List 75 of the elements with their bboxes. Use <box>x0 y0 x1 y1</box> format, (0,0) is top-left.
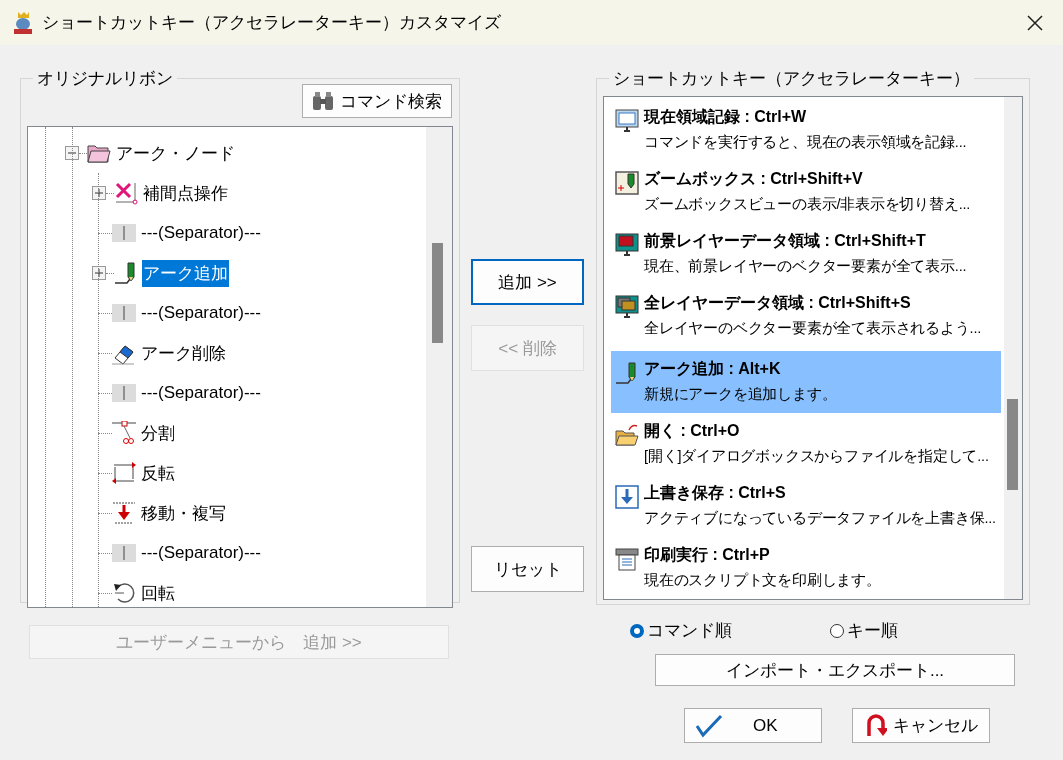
shortcut-title: 開く : Ctrl+O <box>644 421 741 441</box>
shortcut-description: 新規にアークを追加します。 <box>644 385 837 404</box>
monitor-icon <box>615 109 639 133</box>
tree-item[interactable]: ---(Separator)--- <box>140 221 262 245</box>
scrollbar[interactable] <box>1004 97 1022 599</box>
shortcut-title: 上書き保存 : Ctrl+S <box>644 483 787 503</box>
cancel-button[interactable]: キャンセル <box>852 708 990 743</box>
shortcut-title: アーク追加 : Alt+K <box>644 359 782 379</box>
separator-icon <box>112 541 136 565</box>
tree-item[interactable]: 分割 <box>140 419 176 447</box>
shortcut-description: アクティブになっているデータファイルを上書き保... <box>644 509 996 528</box>
import-export-button[interactable]: インポート・エクスポート... <box>655 654 1015 686</box>
tree-item[interactable]: 回転 <box>140 579 176 607</box>
cross-mark-icon <box>114 181 138 205</box>
ok-button[interactable]: OK <box>684 708 822 743</box>
shortcut-item[interactable]: 全レイヤーデータ領域 : Ctrl+Shift+S 全レイヤーのベクター要素が全て表示されるよう... <box>611 289 1001 343</box>
window-title: ショートカットキー（アクセラレーターキー）カスタマイズ <box>42 12 502 34</box>
tree-item[interactable]: ---(Separator)--- <box>140 381 262 405</box>
shortcut-title: 現在領域記録 : Ctrl+W <box>644 107 808 127</box>
app-icon <box>12 10 34 35</box>
radio-button[interactable] <box>830 623 844 638</box>
shortcut-description: 現在のスクリプト文を印刷します。 <box>644 571 881 590</box>
shortcut-description: コマンドを実行すると、現在の表示領域を記録... <box>644 133 967 152</box>
action-button[interactable]: リセット <box>471 546 584 592</box>
binoculars-icon <box>312 90 334 112</box>
close-icon[interactable] <box>1025 12 1045 33</box>
pencil-icon <box>114 261 138 285</box>
shortcut-title: 全レイヤーデータ領域 : Ctrl+Shift+S <box>644 293 912 313</box>
scissors-icon <box>112 421 136 445</box>
separator-icon <box>112 381 136 405</box>
tree-item[interactable]: ---(Separator)--- <box>140 541 262 565</box>
separator-icon <box>112 301 136 325</box>
radio-button[interactable] <box>630 623 644 638</box>
scrollbar[interactable] <box>426 127 452 607</box>
u-turn-arrow-icon <box>864 713 887 738</box>
checkmark-icon <box>695 713 723 738</box>
shortcut-title: 印刷実行 : Ctrl+P <box>644 545 771 565</box>
tree-item[interactable]: アーク・ノード <box>115 139 236 167</box>
action-button[interactable]: 追加 >> <box>471 259 584 305</box>
shortcut-item[interactable]: 前景レイヤーデータ領域 : Ctrl+Shift+T 現在、前景レイヤーのベクター要素が全て表示... <box>611 227 1001 281</box>
printer-icon <box>615 547 639 571</box>
tree-item[interactable]: 移動・複写 <box>140 499 227 527</box>
tree-item[interactable]: アーク追加 <box>142 259 229 287</box>
shortcut-description: 全レイヤーのベクター要素が全て表示されるよう... <box>644 319 982 338</box>
tree-item[interactable]: 反転 <box>140 459 176 487</box>
separator-icon <box>112 221 136 245</box>
sort-radio[interactable]: キー順 <box>830 619 1030 642</box>
shortcut-item[interactable]: 印刷実行 : Ctrl+P 現在のスクリプト文を印刷します。 <box>611 541 1001 595</box>
tree-item[interactable]: ---(Separator)--- <box>140 301 262 325</box>
pencil-icon <box>615 361 639 385</box>
group-label: ショートカットキー（アクセラレーターキー） <box>612 68 971 90</box>
flip-arrows-icon <box>112 461 136 485</box>
group-label: オリジナルリボン <box>36 68 174 90</box>
rotate-icon <box>112 581 136 605</box>
shortcut-item[interactable]: 現在領域記録 : Ctrl+W コマンドを実行すると、現在の表示領域を記録... <box>611 103 1001 157</box>
zoom-box-icon <box>615 171 639 195</box>
shortcut-title: ズームボックス : Ctrl+Shift+V <box>644 169 864 189</box>
shortcut-item[interactable]: 上書き保存 : Ctrl+S アクティブになっているデータファイルを上書き保... <box>611 479 1001 533</box>
download-icon <box>615 485 639 509</box>
shortcut-item[interactable]: 開く : Ctrl+O [開く]ダイアログボックスからファイルを指定して... <box>611 417 1001 471</box>
tree-item[interactable]: 補間点操作 <box>142 179 229 207</box>
shortcut-item[interactable]: ズームボックス : Ctrl+Shift+V ズームボックスビューの表示/非表示を切り替え... <box>611 165 1001 219</box>
expander-toggle[interactable] <box>65 146 79 160</box>
sort-radio[interactable]: コマンド順 <box>630 619 830 642</box>
open-folder-icon <box>615 423 639 447</box>
shortcut-description: [開く]ダイアログボックスからファイルを指定して... <box>644 447 989 466</box>
tree-item[interactable]: アーク削除 <box>140 339 227 367</box>
shortcut-title: 前景レイヤーデータ領域 : Ctrl+Shift+T <box>644 231 927 251</box>
layer-monitor-icon <box>615 233 639 257</box>
layers-monitor-icon <box>615 295 639 319</box>
down-arrow-icon <box>112 501 136 525</box>
shortcut-item[interactable]: アーク追加 : Alt+K 新規にアークを追加します。 <box>611 351 1001 413</box>
shortcut-description: ズームボックスビューの表示/非表示を切り替え... <box>644 195 971 214</box>
shortcut-description: 現在、前景レイヤーのベクター要素が全て表示... <box>644 257 967 276</box>
command-search-button[interactable]: コマンド検索 <box>302 84 452 118</box>
